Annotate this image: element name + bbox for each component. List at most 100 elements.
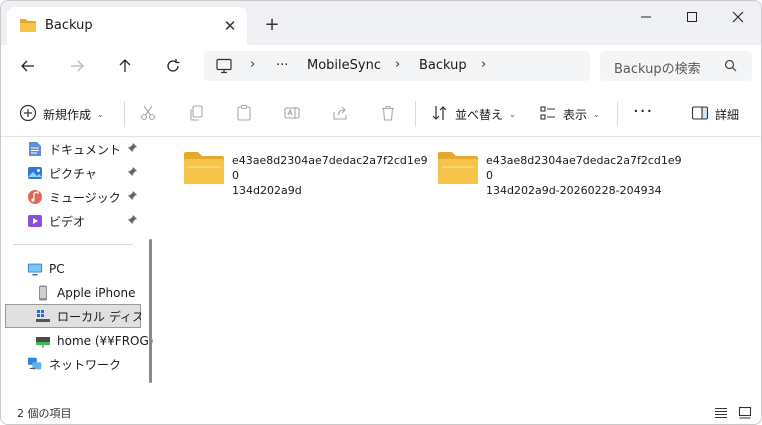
folder-name-line: e43ae8d2304ae7dedac2a7f2cd1e90	[232, 154, 428, 182]
breadcrumb-mobilesync[interactable]: MobileSync	[307, 58, 381, 73]
large-icons-view-icon[interactable]	[738, 406, 752, 423]
view-label: 表示	[563, 107, 588, 122]
pc-icon	[27, 261, 43, 277]
sidebar-item-label: ミュージック	[49, 190, 121, 205]
sidebar-item-apple-iphone[interactable]: Apple iPhone	[35, 282, 135, 304]
details-pane-button[interactable]: 詳細	[691, 103, 739, 125]
pin-icon	[127, 166, 138, 180]
sidebar-item-label: ピクチャ	[49, 166, 97, 181]
sort-label: 並べ替え	[455, 107, 504, 122]
minimize-button[interactable]	[623, 5, 669, 29]
sidebar-item-local-disk[interactable]: ローカル ディスク (C	[35, 305, 141, 327]
sidebar-item-videos[interactable]: ビデオ	[27, 210, 85, 232]
rename-icon	[283, 104, 301, 125]
pin-icon	[127, 214, 138, 228]
address-bar[interactable]: › ··· MobileSync › Backup ›	[204, 51, 590, 81]
search-placeholder: Backupの検索	[614, 62, 701, 77]
pictures-icon	[27, 165, 43, 181]
chevron-down-icon: ⌄	[97, 109, 104, 119]
details-view-icon[interactable]	[714, 406, 728, 423]
share-button[interactable]	[330, 104, 350, 124]
add-icon	[19, 104, 37, 125]
document-icon	[27, 141, 43, 157]
video-icon	[27, 213, 43, 229]
sidebar-item-label: ビデオ	[49, 214, 86, 229]
copy-button[interactable]	[186, 104, 206, 124]
rename-button[interactable]	[282, 104, 302, 124]
delete-button[interactable]	[378, 104, 398, 124]
close-button[interactable]	[715, 5, 761, 29]
folder-item[interactable]: e43ae8d2304ae7dedac2a7f2cd1e90 134d202a9d	[182, 150, 432, 197]
search-icon	[724, 59, 737, 75]
sort-icon	[431, 104, 449, 125]
details-pane-icon	[691, 104, 709, 125]
folder-icon	[182, 150, 226, 189]
phone-icon	[35, 285, 51, 301]
sidebar-item-network[interactable]: ネットワーク	[27, 353, 121, 375]
folder-icon	[436, 150, 480, 189]
sidebar-item-label: ネットワーク	[49, 357, 122, 372]
cut-icon	[139, 104, 157, 125]
tab-backup[interactable]: Backup ✕	[7, 7, 247, 45]
pin-icon	[127, 142, 138, 156]
paste-button[interactable]	[234, 104, 254, 124]
chevron-down-icon: ⌄	[593, 109, 600, 119]
toolbar-divider	[617, 101, 618, 127]
network-drive-icon	[35, 333, 51, 349]
folder-name-line: 134d202a9d-20260228-204934	[486, 184, 662, 197]
tab-title: Backup	[45, 18, 93, 33]
explorer-window: Backup ✕ + › ··· MobileSync › Backup › B…	[0, 0, 762, 425]
chevron-right-icon: ›	[250, 57, 256, 72]
file-list: e43ae8d2304ae7dedac2a7f2cd1e90 134d202a9d…	[158, 138, 761, 400]
breadcrumb-overflow[interactable]: ···	[276, 58, 288, 73]
cut-button[interactable]	[138, 104, 158, 124]
chevron-right-icon: ›	[395, 57, 401, 72]
toolbar-divider	[415, 101, 416, 127]
more-options-button[interactable]: ···	[633, 100, 653, 122]
navigation-row: › ··· MobileSync › Backup › Backupの検索	[1, 45, 761, 85]
sidebar-item-label: Apple iPhone	[57, 286, 136, 300]
new-tab-button[interactable]: +	[261, 13, 283, 35]
back-button[interactable]	[15, 53, 41, 79]
search-input[interactable]: Backupの検索	[600, 51, 752, 81]
breadcrumb-backup[interactable]: Backup	[419, 58, 467, 73]
sidebar-item-documents[interactable]: ドキュメント	[27, 138, 121, 160]
status-bar: 2 個の項目	[1, 400, 761, 424]
drive-icon	[35, 308, 51, 324]
view-button[interactable]: 表示 ⌄	[539, 103, 600, 125]
sidebar-scrollbar[interactable]	[149, 239, 152, 383]
chevron-right-icon: ›	[481, 57, 487, 72]
trash-icon	[379, 104, 397, 125]
navigation-pane: ドキュメント ピクチャ ミュージック ビデオ PC Apple iPhone ロ…	[1, 138, 157, 400]
pin-icon	[127, 190, 138, 204]
share-icon	[331, 104, 349, 125]
folder-item[interactable]: e43ae8d2304ae7dedac2a7f2cd1e90 134d202a9d…	[436, 150, 686, 197]
sidebar-item-home-network-drive[interactable]: home (¥¥FROG)	[35, 330, 153, 352]
sidebar-item-music[interactable]: ミュージック	[27, 186, 121, 208]
sidebar-item-label: ドキュメント	[49, 142, 122, 157]
network-icon	[27, 356, 43, 372]
copy-icon	[187, 104, 205, 125]
paste-icon	[235, 104, 253, 125]
new-label: 新規作成	[43, 107, 92, 122]
sidebar-item-label: home (¥¥FROG)	[57, 334, 154, 348]
tab-close-button[interactable]: ✕	[219, 15, 241, 37]
sidebar-item-pc[interactable]: PC	[27, 258, 65, 280]
sidebar-item-pictures[interactable]: ピクチャ	[27, 162, 97, 184]
folder-name: e43ae8d2304ae7dedac2a7f2cd1e90 134d202a9d…	[486, 153, 686, 198]
sort-button[interactable]: 並べ替え ⌄	[431, 103, 516, 125]
sidebar-divider	[13, 244, 133, 245]
folder-name: e43ae8d2304ae7dedac2a7f2cd1e90 134d202a9d	[232, 153, 432, 198]
sidebar-item-label: ローカル ディスク (C	[57, 309, 141, 324]
refresh-button[interactable]	[160, 53, 186, 79]
sidebar-item-label: PC	[49, 262, 65, 276]
folder-name-line: 134d202a9d	[232, 184, 302, 197]
maximize-button[interactable]	[669, 5, 715, 29]
computer-icon	[215, 58, 233, 77]
forward-button[interactable]	[64, 53, 90, 79]
view-icon	[539, 104, 557, 125]
music-icon	[27, 189, 43, 205]
new-button[interactable]: 新規作成 ⌄	[19, 103, 104, 125]
up-button[interactable]	[112, 53, 138, 79]
toolbar-divider	[124, 101, 125, 127]
